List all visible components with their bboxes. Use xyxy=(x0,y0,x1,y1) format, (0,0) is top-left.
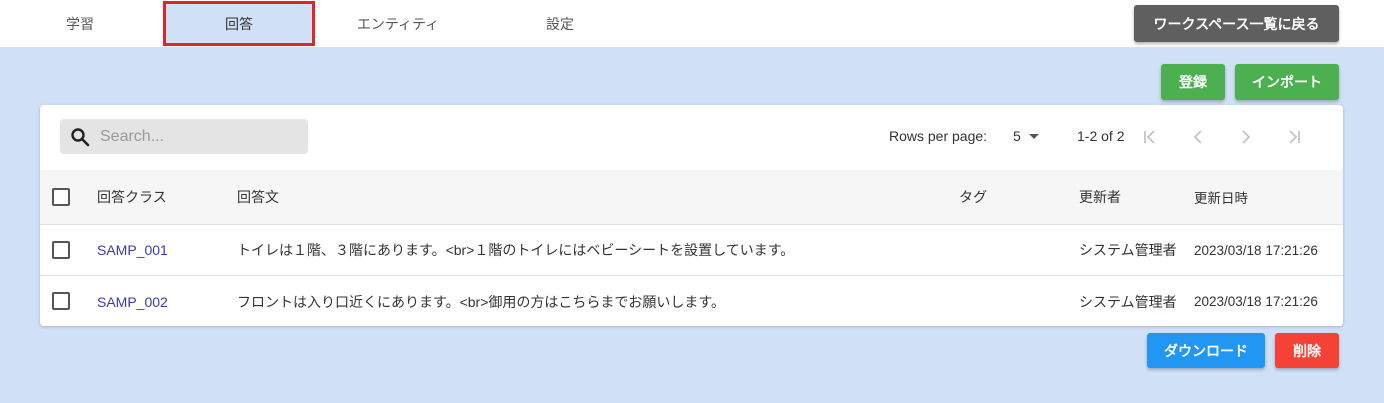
updated-by: システム管理者 xyxy=(1079,293,1177,310)
next-page-button[interactable] xyxy=(1234,125,1258,149)
last-page-button[interactable] xyxy=(1282,125,1306,149)
search-box[interactable] xyxy=(60,119,308,154)
answer-class-link[interactable]: SAMP_002 xyxy=(97,276,168,326)
tab-learning[interactable]: 学習 xyxy=(0,2,160,46)
column-header-class[interactable]: 回答クラス xyxy=(97,170,167,224)
first-page-button[interactable] xyxy=(1138,125,1162,149)
select-all-checkbox[interactable] xyxy=(52,188,70,206)
table-row[interactable]: SAMP_002 フロントは入り口近くにあります。<br>御用の方はこちらまでお… xyxy=(40,276,1343,326)
delete-button[interactable]: 削除 xyxy=(1275,333,1339,368)
column-header-tag[interactable]: タグ xyxy=(959,170,987,224)
page-range: 1-2 of 2 xyxy=(1077,128,1125,144)
search-input[interactable] xyxy=(100,127,290,146)
caret-down-icon xyxy=(1028,133,1039,139)
search-icon xyxy=(70,127,90,147)
tab-answers[interactable]: 回答 xyxy=(163,1,315,46)
tab-entities[interactable]: エンティティ xyxy=(318,2,478,46)
answer-text: フロントは入り口近くにあります。<br>御用の方はこちらまでお願いします。 xyxy=(237,293,725,310)
table-header: 回答クラス 回答文 タグ 更新者 更新日時 xyxy=(40,170,1343,225)
updated-at: 2023/03/18 17:21:26 xyxy=(1194,242,1318,258)
first-page-icon xyxy=(1144,130,1155,144)
table-row[interactable]: SAMP_001 トイレは１階、３階にあります。<br>１階のトイレにはベビーシ… xyxy=(40,225,1343,276)
rows-per-page-label: Rows per page: xyxy=(889,128,988,144)
column-header-updated-by[interactable]: 更新者 xyxy=(1079,170,1121,224)
chevron-left-icon xyxy=(1193,130,1202,144)
previous-page-button[interactable] xyxy=(1186,125,1210,149)
column-header-text[interactable]: 回答文 xyxy=(237,170,279,224)
answers-table-card: Rows per page: 5 1-2 of 2 回答クラス 回答文 タグ 更… xyxy=(40,105,1343,326)
register-button[interactable]: 登録 xyxy=(1161,64,1225,100)
tab-settings[interactable]: 設定 xyxy=(480,2,640,46)
rows-per-page-value: 5 xyxy=(1013,128,1021,144)
row-checkbox[interactable] xyxy=(52,241,70,259)
answer-text: トイレは１階、３階にあります。<br>１階のトイレにはベビーシートを設置していま… xyxy=(237,242,795,258)
column-header-updated-at[interactable]: 更新日時 xyxy=(1194,170,1248,224)
chevron-right-icon xyxy=(1242,130,1251,144)
main-content: 登録 インポート Rows per page: 5 1-2 of 2 xyxy=(0,47,1384,403)
rows-per-page-select[interactable]: 5 xyxy=(1013,128,1039,144)
import-button[interactable]: インポート xyxy=(1235,64,1339,100)
last-page-icon xyxy=(1289,130,1300,144)
back-to-workspaces-button[interactable]: ワークスペース一覧に戻る xyxy=(1134,5,1339,42)
updated-at: 2023/03/18 17:21:26 xyxy=(1194,294,1318,309)
row-checkbox[interactable] xyxy=(52,292,70,310)
updated-by: システム管理者 xyxy=(1079,242,1177,258)
top-navigation: 学習 回答 エンティティ 設定 ワークスペース一覧に戻る xyxy=(0,0,1384,47)
answer-class-link[interactable]: SAMP_001 xyxy=(97,225,168,275)
download-button[interactable]: ダウンロード xyxy=(1147,333,1265,368)
